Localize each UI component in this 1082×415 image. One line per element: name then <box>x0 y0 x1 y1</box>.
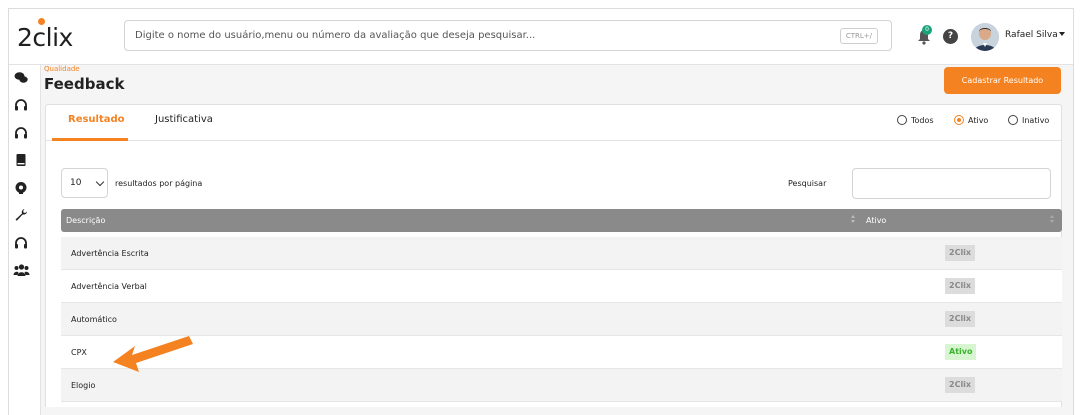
column-descricao[interactable]: Descrição <box>66 216 105 225</box>
row-descricao: CPX <box>71 348 87 357</box>
table-search-input[interactable] <box>852 168 1051 199</box>
radio-ativo[interactable] <box>954 115 964 125</box>
search-shortcut-hint: CTRL+/ <box>839 28 878 44</box>
radio-inativo[interactable] <box>1008 115 1018 125</box>
table-row[interactable]: Automático 2Clix <box>61 303 1062 336</box>
chat-icon[interactable] <box>14 71 28 85</box>
page-size-value: 10 <box>70 178 82 188</box>
column-ativo[interactable]: Ativo <box>866 216 886 225</box>
status-badge: 2Clix <box>945 311 976 327</box>
chevron-down-icon <box>95 177 105 187</box>
breadcrumb[interactable]: Qualidade <box>44 65 80 73</box>
logo-dot <box>38 18 45 25</box>
status-badge: 2Clix <box>945 377 976 393</box>
row-descricao: Advertência Escrita <box>71 249 149 258</box>
brain-icon[interactable] <box>14 181 28 195</box>
active-tab-indicator <box>52 138 128 141</box>
global-search[interactable]: CTRL+/ <box>124 20 892 51</box>
headset-icon[interactable] <box>14 126 28 140</box>
cadastrar-resultado-button[interactable]: Cadastrar Resultado <box>944 67 1061 94</box>
table-body: Advertência Escrita 2Clix Advertência Ve… <box>61 237 1062 402</box>
chevron-down-icon[interactable] <box>1059 32 1065 36</box>
page-size-select[interactable]: 10 <box>61 168 108 198</box>
status-badge: Ativo <box>945 344 977 360</box>
sort-desc-icon[interactable] <box>851 220 855 223</box>
filter-ativo[interactable]: Ativo <box>954 115 988 125</box>
sidebar <box>9 65 41 415</box>
sort-asc-icon[interactable] <box>851 215 855 218</box>
table-row[interactable]: Advertência Verbal 2Clix <box>61 270 1062 303</box>
filter-inativo[interactable]: Inativo <box>1008 115 1049 125</box>
global-search-input[interactable] <box>135 21 815 50</box>
filter-inativo-label: Inativo <box>1022 115 1050 125</box>
user-name[interactable]: Rafael Silva <box>1005 30 1058 40</box>
filter-todos[interactable]: Todos <box>897 115 934 125</box>
wrench-icon[interactable] <box>14 208 28 222</box>
radio-todos[interactable] <box>897 115 907 125</box>
tab-resultado[interactable]: Resultado <box>68 114 125 125</box>
tab-justificativa[interactable]: Justificativa <box>155 114 213 125</box>
logo[interactable]: 2clix <box>17 23 73 52</box>
filter-ativo-label: Ativo <box>968 115 989 125</box>
table-search-label: Pesquisar <box>788 179 827 188</box>
table-header: Descrição Ativo <box>61 209 1062 232</box>
avatar[interactable] <box>971 23 999 51</box>
avatar-photo <box>971 23 999 51</box>
book-icon[interactable] <box>14 153 28 167</box>
notification-badge: 0 <box>922 25 932 35</box>
table-row[interactable]: Advertência Escrita 2Clix <box>61 237 1062 270</box>
table-row[interactable]: Elogio 2Clix <box>61 369 1062 402</box>
top-bar: 2clix CTRL+/ 0 ? Rafael Silva <box>9 9 1073 65</box>
per-page-label: resultados por página <box>115 179 203 188</box>
page-title: Feedback <box>44 75 125 93</box>
row-descricao: Automático <box>71 315 117 324</box>
sort-asc-icon[interactable] <box>1050 215 1054 218</box>
headset-icon[interactable] <box>14 236 28 250</box>
users-icon[interactable] <box>13 263 30 277</box>
table-row[interactable]: CPX Ativo <box>61 336 1062 369</box>
status-badge: 2Clix <box>945 278 976 294</box>
filter-todos-label: Todos <box>911 115 934 125</box>
annotation-arrow-icon <box>113 336 193 372</box>
row-descricao: Elogio <box>71 381 96 390</box>
content-card: Resultado Justificativa Todos Ativo Inat… <box>45 104 1062 407</box>
tab-bar: Resultado Justificativa Todos Ativo Inat… <box>46 105 1061 141</box>
row-descricao: Advertência Verbal <box>71 282 147 291</box>
headset-icon[interactable] <box>14 98 28 112</box>
sort-desc-icon[interactable] <box>1050 220 1054 223</box>
help-icon[interactable]: ? <box>943 29 958 44</box>
status-badge: 2Clix <box>945 245 976 261</box>
